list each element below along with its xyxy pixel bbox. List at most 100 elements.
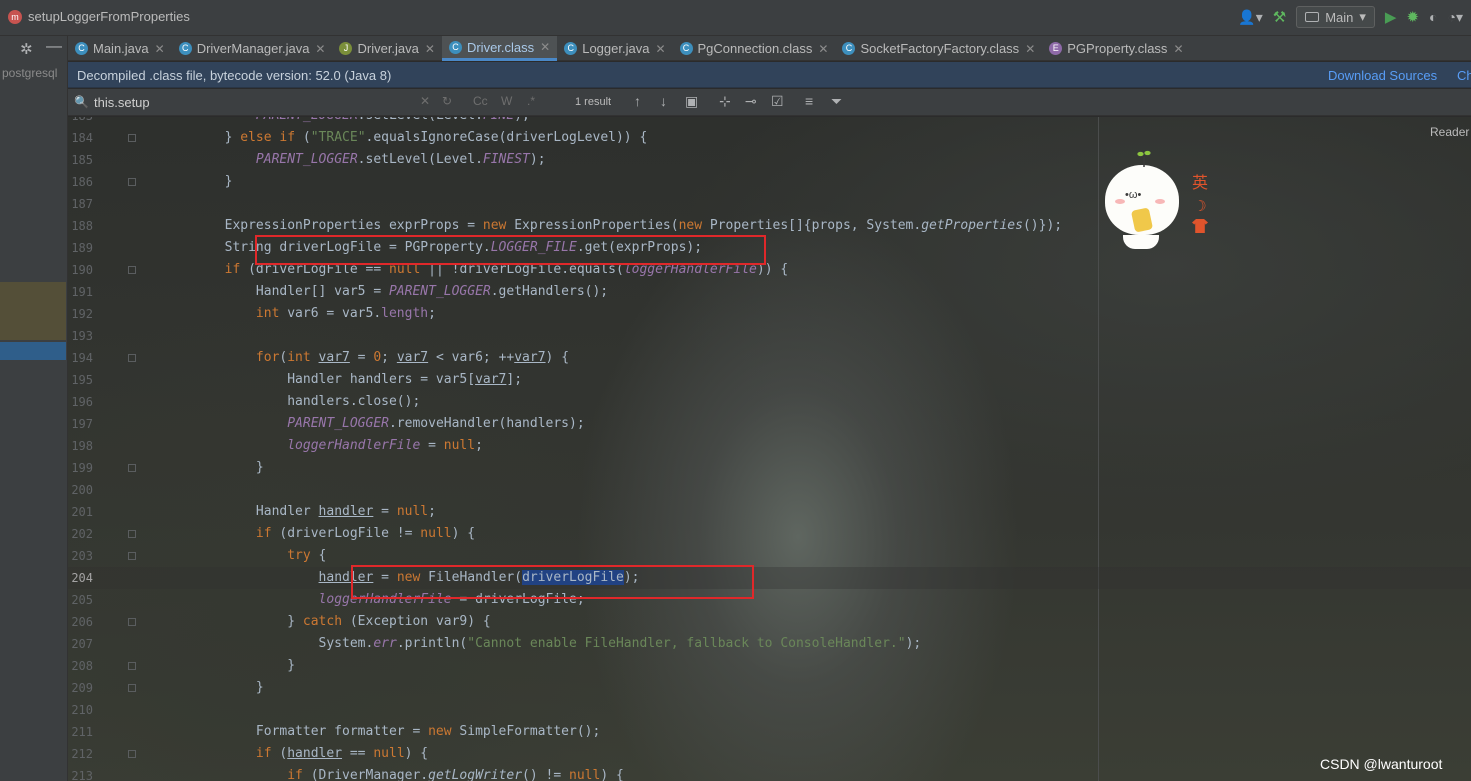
build-hammer-icon[interactable]: ⚒ bbox=[1273, 8, 1286, 26]
code-text[interactable]: } bbox=[162, 457, 264, 479]
code-line[interactable]: 200 bbox=[68, 479, 1471, 501]
close-icon[interactable]: ✕ bbox=[1173, 42, 1183, 56]
code-text[interactable]: Handler handlers = var5[var7]; bbox=[162, 369, 522, 391]
line-number[interactable]: 185 bbox=[68, 149, 93, 171]
debug-icon[interactable]: ✹ bbox=[1406, 8, 1419, 26]
tab-pgconnection-class[interactable]: C PgConnection.class ✕ bbox=[673, 36, 836, 61]
code-line[interactable]: 210 bbox=[68, 699, 1471, 721]
code-line[interactable]: 196 handlers.close(); bbox=[68, 391, 1471, 413]
clear-icon[interactable]: ✕ bbox=[420, 94, 430, 108]
code-text[interactable]: if (driverLogFile != null) { bbox=[162, 523, 475, 545]
close-icon[interactable]: ✕ bbox=[818, 42, 828, 56]
code-line[interactable]: 187 bbox=[68, 193, 1471, 215]
code-text[interactable]: if (handler == null) { bbox=[162, 743, 428, 765]
code-line[interactable]: 184 } else if ("TRACE".equalsIgnoreCase(… bbox=[68, 127, 1471, 149]
line-number[interactable]: 188 bbox=[68, 215, 93, 237]
choose-sources-link[interactable]: Ch bbox=[1457, 68, 1471, 83]
regex-toggle[interactable]: .* bbox=[527, 94, 535, 108]
code-line[interactable]: 191 Handler[] var5 = PARENT_LOGGER.getHa… bbox=[68, 281, 1471, 303]
code-line[interactable]: 192 int var6 = var5.length; bbox=[68, 303, 1471, 325]
fold-marker-icon[interactable] bbox=[128, 178, 136, 186]
code-line[interactable]: 194 for(int var7 = 0; var7 < var6; ++var… bbox=[68, 347, 1471, 369]
line-number[interactable]: 209 bbox=[68, 677, 93, 699]
code-text[interactable]: loggerHandlerFile = null; bbox=[162, 435, 483, 457]
tab-pgproperty-class[interactable]: E PGProperty.class ✕ bbox=[1042, 36, 1190, 61]
line-number[interactable]: 199 bbox=[68, 457, 93, 479]
run-icon[interactable]: ▶ bbox=[1385, 8, 1397, 26]
fold-marker-icon[interactable] bbox=[128, 354, 136, 362]
line-number[interactable]: 186 bbox=[68, 171, 93, 193]
code-text[interactable]: } bbox=[162, 677, 264, 699]
code-line[interactable]: 193 bbox=[68, 325, 1471, 347]
code-line[interactable]: 197 PARENT_LOGGER.removeHandler(handlers… bbox=[68, 413, 1471, 435]
code-line[interactable]: 186 } bbox=[68, 171, 1471, 193]
code-text[interactable]: PARENT_LOGGER.setLevel(Level.FINE); bbox=[162, 117, 530, 127]
line-number[interactable]: 212 bbox=[68, 743, 93, 765]
fold-marker-icon[interactable] bbox=[128, 266, 136, 274]
line-number[interactable]: 213 bbox=[68, 765, 93, 781]
line-number[interactable]: 192 bbox=[68, 303, 93, 325]
run-config-select[interactable]: Main ▾ bbox=[1296, 6, 1375, 28]
tab-main-java[interactable]: C Main.java ✕ bbox=[68, 36, 172, 61]
code-text[interactable]: } bbox=[162, 655, 295, 677]
line-number[interactable]: 191 bbox=[68, 281, 93, 303]
close-icon[interactable]: ✕ bbox=[315, 42, 325, 56]
code-text[interactable]: try { bbox=[162, 545, 326, 567]
line-number[interactable]: 196 bbox=[68, 391, 93, 413]
search-icon[interactable]: 🔍 bbox=[74, 95, 89, 109]
code-line[interactable]: 208 } bbox=[68, 655, 1471, 677]
remove-selection-icon[interactable]: ⊸ bbox=[745, 93, 757, 110]
select-all-icon[interactable]: ☑ bbox=[771, 93, 784, 110]
line-number[interactable]: 210 bbox=[68, 699, 93, 721]
line-number[interactable]: 195 bbox=[68, 369, 93, 391]
line-number[interactable]: 206 bbox=[68, 611, 93, 633]
fold-marker-icon[interactable] bbox=[128, 662, 136, 670]
code-text[interactable]: Handler handler = null; bbox=[162, 501, 436, 523]
match-case-toggle[interactable]: Cc bbox=[473, 94, 488, 108]
code-line[interactable]: 201 Handler handler = null; bbox=[68, 501, 1471, 523]
code-line[interactable]: 205 loggerHandlerFile = driverLogFile; bbox=[68, 589, 1471, 611]
history-icon[interactable]: ↻ bbox=[442, 94, 452, 108]
line-number[interactable]: 190 bbox=[68, 259, 93, 281]
code-line[interactable]: 211 Formatter formatter = new SimpleForm… bbox=[68, 721, 1471, 743]
code-line[interactable]: 207 System.err.println("Cannot enable Fi… bbox=[68, 633, 1471, 655]
add-selection-icon[interactable]: ⊹ bbox=[719, 93, 731, 110]
line-number[interactable]: 189 bbox=[68, 237, 93, 259]
line-number[interactable]: 197 bbox=[68, 413, 93, 435]
project-tree-selected-row[interactable] bbox=[0, 342, 66, 360]
line-number[interactable]: 198 bbox=[68, 435, 93, 457]
line-number[interactable]: 187 bbox=[68, 193, 93, 215]
line-number[interactable]: 208 bbox=[68, 655, 93, 677]
code-line[interactable]: 188 ExpressionProperties exprProps = new… bbox=[68, 215, 1471, 237]
minimize-icon[interactable]: — bbox=[46, 38, 62, 56]
next-occurrence-icon[interactable]: ↓ bbox=[660, 93, 667, 109]
code-text[interactable] bbox=[162, 325, 225, 347]
filter-icon[interactable]: ⏷ bbox=[831, 93, 842, 110]
line-number[interactable]: 202 bbox=[68, 523, 93, 545]
line-number[interactable]: 183 bbox=[68, 117, 93, 127]
user-icon[interactable]: 👤▾ bbox=[1238, 9, 1262, 26]
fold-marker-icon[interactable] bbox=[128, 134, 136, 142]
ime-toolbar[interactable]: 英 ☽ bbox=[1192, 169, 1208, 233]
fold-marker-icon[interactable] bbox=[128, 618, 136, 626]
fold-marker-icon[interactable] bbox=[128, 530, 136, 538]
code-text[interactable]: } catch (Exception var9) { bbox=[162, 611, 491, 633]
line-number[interactable]: 193 bbox=[68, 325, 93, 347]
download-sources-link[interactable]: Download Sources bbox=[1328, 68, 1437, 83]
close-icon[interactable]: ✕ bbox=[425, 42, 435, 56]
breadcrumb-label[interactable]: setupLoggerFromProperties bbox=[28, 9, 190, 24]
code-text[interactable] bbox=[162, 699, 225, 721]
line-number[interactable]: 207 bbox=[68, 633, 93, 655]
profile-icon[interactable]: ◔▾ bbox=[1448, 9, 1463, 26]
code-line[interactable]: 199 } bbox=[68, 457, 1471, 479]
select-all-occurrences-icon[interactable]: ▣ bbox=[685, 93, 698, 110]
code-text[interactable]: for(int var7 = 0; var7 < var6; ++var7) { bbox=[162, 347, 569, 369]
tab-driver-java[interactable]: J Driver.java ✕ bbox=[332, 36, 441, 61]
line-number[interactable]: 184 bbox=[68, 127, 93, 149]
code-text[interactable] bbox=[162, 479, 225, 501]
fold-marker-icon[interactable] bbox=[128, 464, 136, 472]
search-input[interactable] bbox=[94, 92, 414, 112]
shirt-icon[interactable] bbox=[1192, 219, 1208, 233]
ime-language-indicator[interactable]: 英 bbox=[1192, 169, 1208, 193]
code-line[interactable]: 185 PARENT_LOGGER.setLevel(Level.FINEST)… bbox=[68, 149, 1471, 171]
